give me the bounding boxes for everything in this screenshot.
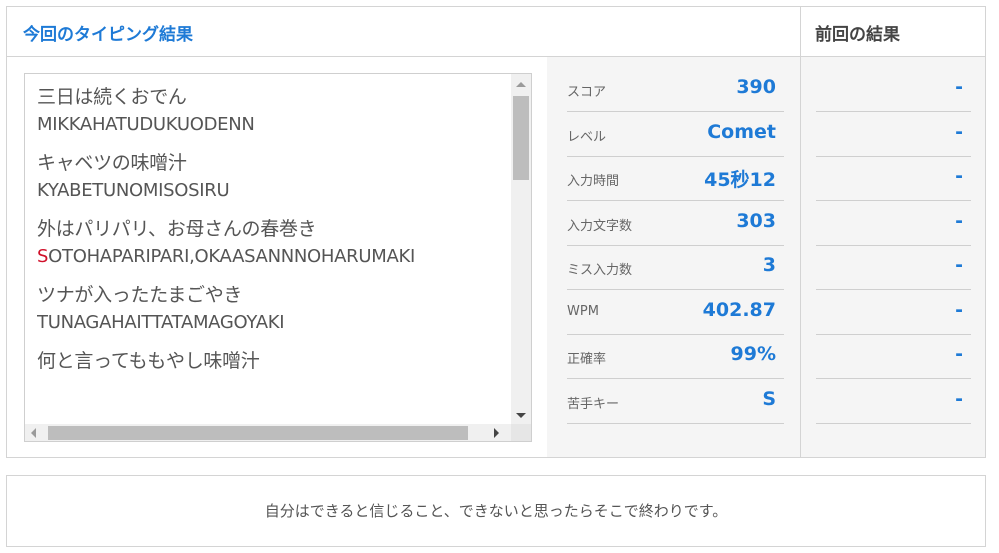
current-results-title: 今回のタイピング結果 <box>23 25 193 45</box>
stat-value: 99% <box>730 343 776 365</box>
scroll-down-arrow-icon[interactable] <box>516 413 526 418</box>
stat-value: 45秒12 <box>704 169 776 191</box>
scrollbar-corner <box>511 424 531 441</box>
quote-box: 自分はできると信じること、できないと思ったらそこで終わりです。 <box>6 475 986 547</box>
typed-sentence: 何と言ってももやし味噌汁 <box>37 348 509 375</box>
sentence-romaji: SOTOHAPARIPARI,OKAASANNNOHARUMAKI <box>37 243 509 270</box>
previous-value: - <box>955 299 963 321</box>
typed-sentence: 三日は続くおでん MIKKAHATUDUKUODENN <box>37 84 509 138</box>
stat-value: 402.87 <box>702 299 776 321</box>
current-results-header: 今回のタイピング結果 <box>7 7 800 57</box>
typing-results-panel: 今回のタイピング結果 前回の結果 三日は続くおでん MIKKAHATUDUKUO… <box>6 6 986 458</box>
stat-value: 3 <box>762 254 776 276</box>
previous-value: - <box>955 254 963 276</box>
current-stats: スコア 390 レベル Comet 入力時間 45秒12 入力文字数 303 ミ… <box>547 57 800 457</box>
previous-stat: - <box>816 67 971 112</box>
scroll-up-arrow-icon[interactable] <box>516 82 526 87</box>
stat-wpm: WPM 402.87 <box>567 290 784 335</box>
previous-stat: - <box>816 112 971 157</box>
previous-stats: - - - - - - - - <box>800 57 985 457</box>
previous-stat: - <box>816 290 971 335</box>
stat-label: 入力時間 <box>567 174 620 189</box>
scroll-left-arrow-icon[interactable] <box>31 428 36 438</box>
previous-stat: - <box>816 201 971 246</box>
previous-value: - <box>955 210 963 232</box>
horizontal-scrollbar[interactable] <box>25 424 511 441</box>
previous-stat: - <box>816 156 971 201</box>
stat-time: 入力時間 45秒12 <box>567 156 784 201</box>
stat-accuracy: 正確率 99% <box>567 334 784 379</box>
previous-value: - <box>955 76 963 98</box>
previous-value: - <box>955 165 963 187</box>
stat-label: スコア <box>567 85 607 100</box>
vertical-scroll-thumb[interactable] <box>513 96 529 180</box>
previous-value: - <box>955 388 963 410</box>
motivational-quote: 自分はできると信じること、できないと思ったらそこで終わりです。 <box>264 502 728 520</box>
stat-weak-key: 苦手キー S <box>567 379 784 424</box>
stat-value: S <box>762 388 776 410</box>
scroll-right-arrow-icon[interactable] <box>494 428 499 438</box>
stat-label: レベル <box>567 130 607 145</box>
previous-results-title: 前回の結果 <box>815 25 900 45</box>
stat-label: 正確率 <box>567 352 607 367</box>
previous-value: - <box>955 343 963 365</box>
stat-label: ミス入力数 <box>567 263 633 278</box>
stat-label: WPM <box>567 304 599 319</box>
sentence-romaji: KYABETUNOMISOSIRU <box>37 177 509 204</box>
romaji-text: KYABETUNOMISOSIRU <box>37 180 230 201</box>
horizontal-scroll-thumb[interactable] <box>48 426 468 440</box>
sentence-romaji: TUNAGAHAITTATAMAGOYAKI <box>37 309 509 336</box>
previous-value: - <box>955 121 963 143</box>
sentence-japanese: 何と言ってももやし味噌汁 <box>37 350 260 372</box>
previous-stat: - <box>816 245 971 290</box>
sentence-japanese: 外はパリパリ、お母さんの春巻き <box>37 218 317 240</box>
typed-text-box[interactable]: 三日は続くおでん MIKKAHATUDUKUODENN キャベツの味噌汁 KYA… <box>24 73 532 442</box>
stat-value: Comet <box>707 121 776 143</box>
sentence-japanese: キャベツの味噌汁 <box>37 152 187 174</box>
sentence-japanese: 三日は続くおでん <box>37 86 187 108</box>
miss-char: S <box>37 246 49 267</box>
stat-score: スコア 390 <box>567 67 784 112</box>
typed-sentence: 外はパリパリ、お母さんの春巻き SOTOHAPARIPARI,OKAASANNN… <box>37 216 509 270</box>
stat-char-count: 入力文字数 303 <box>567 201 784 246</box>
typed-sentence: ツナが入ったたまごやき TUNAGAHAITTATAMAGOYAKI <box>37 282 509 336</box>
vertical-scrollbar[interactable] <box>511 74 531 424</box>
previous-stat: - <box>816 334 971 379</box>
stat-level: レベル Comet <box>567 112 784 157</box>
stat-value: 390 <box>736 76 776 98</box>
stat-miss-count: ミス入力数 3 <box>567 245 784 290</box>
sentence-romaji: MIKKAHATUDUKUODENN <box>37 111 509 138</box>
typed-sentence: キャベツの味噌汁 KYABETUNOMISOSIRU <box>37 150 509 204</box>
sentence-japanese: ツナが入ったたまごやき <box>37 284 243 306</box>
previous-stat: - <box>816 379 971 424</box>
stat-label: 苦手キー <box>567 397 620 412</box>
stat-value: 303 <box>736 210 776 232</box>
romaji-text: OTOHAPARIPARI,OKAASANNNOHARUMAKI <box>48 246 416 267</box>
previous-results-header: 前回の結果 <box>800 7 985 57</box>
romaji-text: TUNAGAHAITTATAMAGOYAKI <box>37 312 285 333</box>
typed-text-content: 三日は続くおでん MIKKAHATUDUKUODENN キャベツの味噌汁 KYA… <box>37 84 509 423</box>
stat-label: 入力文字数 <box>567 219 633 234</box>
romaji-text: MIKKAHATUDUKUODENN <box>37 114 255 135</box>
